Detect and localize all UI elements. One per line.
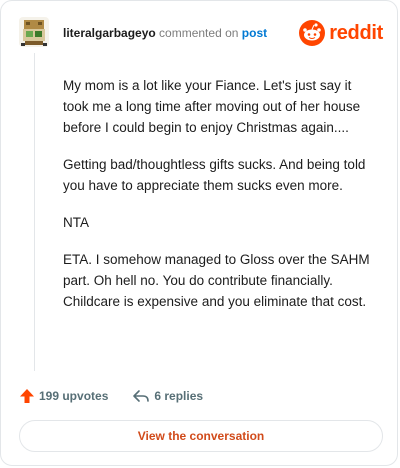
action-text: commented on (159, 26, 239, 40)
username-link[interactable]: literalgarbageyo (63, 26, 156, 40)
post-link[interactable]: post (242, 26, 267, 40)
upvote-button[interactable]: 199 upvotes (19, 388, 108, 404)
comment-paragraph-4: ETA. I somehow managed to Gloss over the… (63, 252, 370, 309)
comment-body: My mom is a lot like your Fiance. Let's … (63, 75, 379, 328)
view-conversation-button[interactable]: View the conversation (19, 420, 383, 452)
upvote-arrow-icon (20, 389, 34, 403)
comment-actions: 199 upvotes 6 replies (19, 386, 203, 406)
comment-paragraph-3: NTA (63, 215, 89, 230)
thread-line (34, 53, 35, 371)
reddit-logo[interactable]: reddit (299, 19, 383, 47)
comment-byline: literalgarbageyo commented on post (63, 26, 267, 40)
comment-paragraph-1: My mom is a lot like your Fiance. Let's … (63, 78, 361, 135)
comment-card: literalgarbageyo commented on post reddi… (0, 0, 398, 466)
comment-paragraph-2: Getting bad/thoughtless gifts sucks. And… (63, 157, 366, 193)
comment-header: literalgarbageyo commented on post reddi… (19, 17, 383, 49)
upvote-count: 199 upvotes (39, 389, 109, 403)
reply-arrow-icon (133, 390, 150, 402)
reddit-snoo-icon (299, 20, 326, 46)
user-avatar[interactable] (19, 17, 49, 47)
replies-button[interactable]: 6 replies (132, 388, 203, 404)
view-conversation-label: View the conversation (137, 429, 265, 443)
robot-avatar-icon (19, 17, 49, 47)
reddit-wordmark: reddit (329, 21, 383, 44)
replies-count: 6 replies (154, 389, 204, 403)
